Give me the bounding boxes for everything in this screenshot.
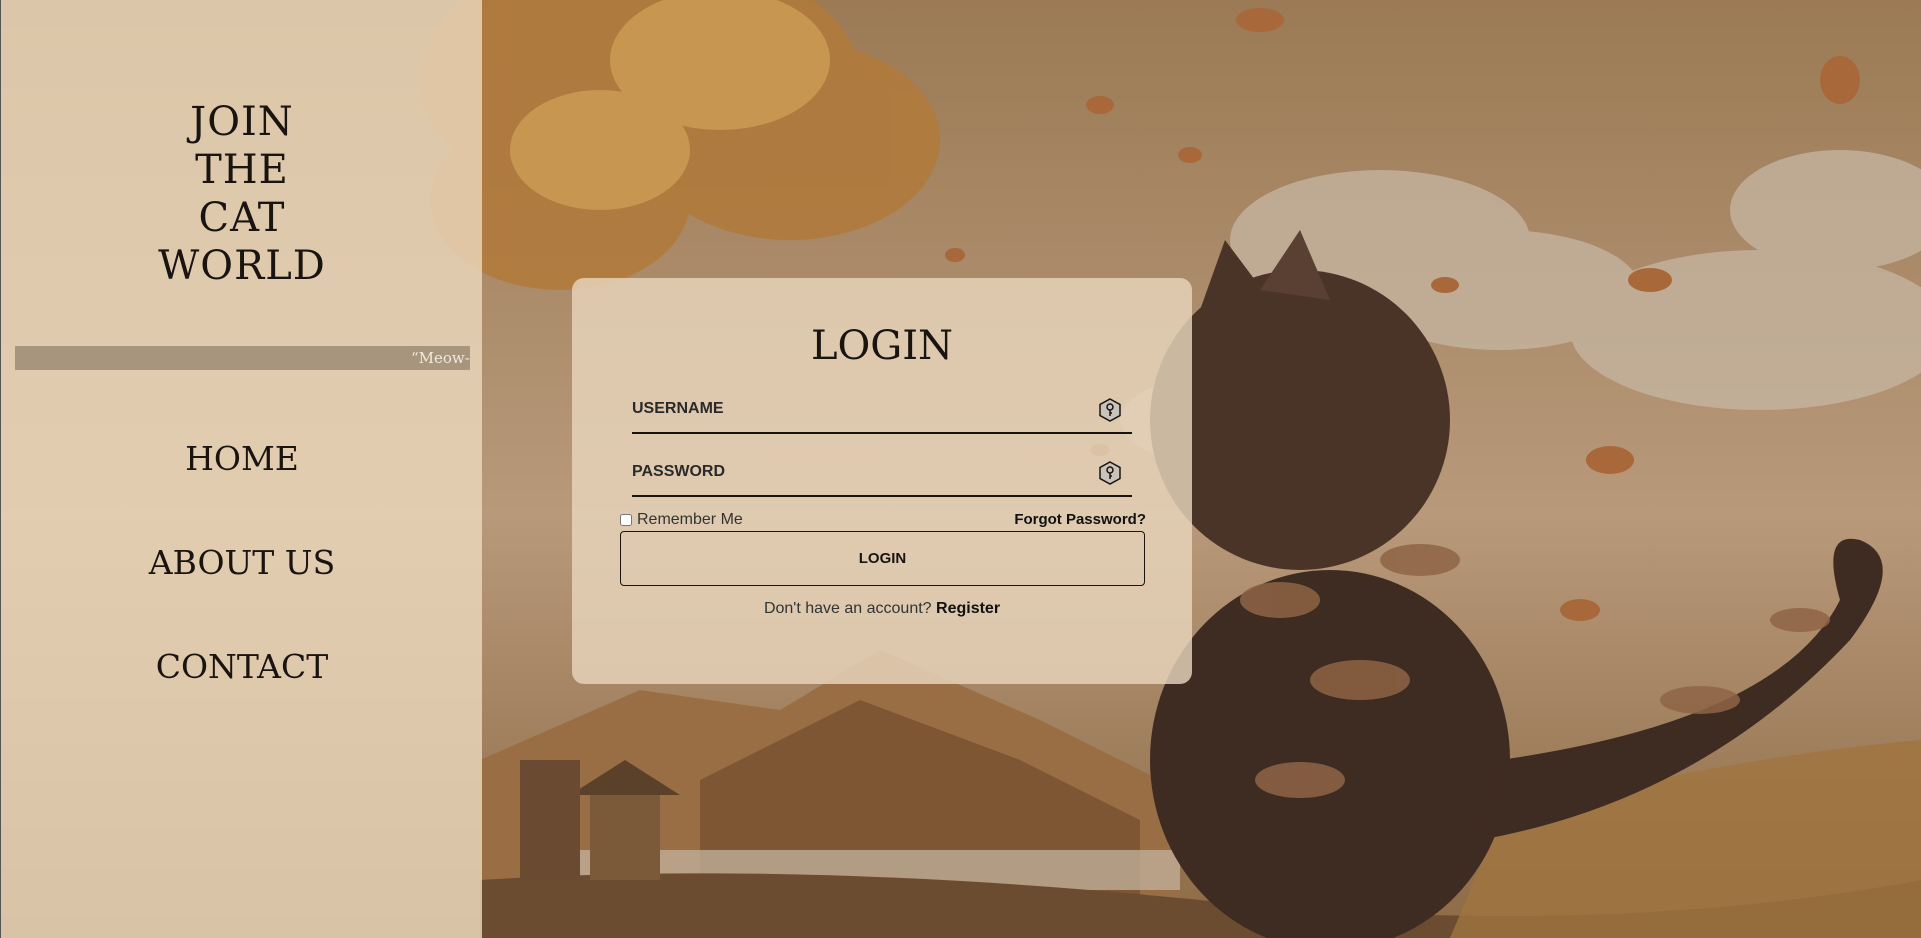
site-title-line: WORLD xyxy=(158,243,326,289)
marquee-ticker: “Meow-w xyxy=(15,346,470,370)
site-title-line: JOIN xyxy=(190,99,294,145)
nav-item-home[interactable]: HOME xyxy=(1,430,483,534)
sidebar-nav: HOME ABOUT US CONTACT xyxy=(1,430,483,742)
password-field-wrapper xyxy=(630,453,1132,497)
key-hexagon-icon xyxy=(1099,461,1121,485)
no-account-text: Don't have an account? xyxy=(763,600,932,617)
password-input[interactable] xyxy=(630,453,1074,491)
remember-me-label: Remember Me xyxy=(637,511,743,528)
key-hexagon-icon xyxy=(1099,398,1121,422)
site-title: JOIN THE CAT WORLD xyxy=(1,98,483,290)
sidebar: JOIN THE CAT WORLD “Meow-w HOME ABOUT US… xyxy=(0,0,482,938)
nav-item-about-us[interactable]: ABOUT US xyxy=(1,534,483,638)
login-title: LOGIN xyxy=(810,323,954,369)
login-button[interactable]: LOGIN xyxy=(620,531,1145,586)
remember-me: Remember Me xyxy=(620,511,743,529)
remember-me-checkbox[interactable] xyxy=(620,514,632,526)
site-title-line: CAT xyxy=(198,195,286,241)
ticker-text: “Meow-w xyxy=(411,349,470,367)
login-card: LOGIN Remember Me Forgot Password? LOGIN… xyxy=(572,278,1192,684)
register-link[interactable]: Register xyxy=(936,600,1000,617)
username-input[interactable] xyxy=(630,390,1074,428)
forgot-password-link[interactable]: Forgot Password? xyxy=(1014,511,1146,528)
username-field-wrapper xyxy=(630,390,1132,434)
site-title-line: THE xyxy=(195,147,289,193)
nav-item-contact[interactable]: CONTACT xyxy=(1,638,483,742)
register-prompt: Don't have an account? Register xyxy=(572,600,1192,618)
